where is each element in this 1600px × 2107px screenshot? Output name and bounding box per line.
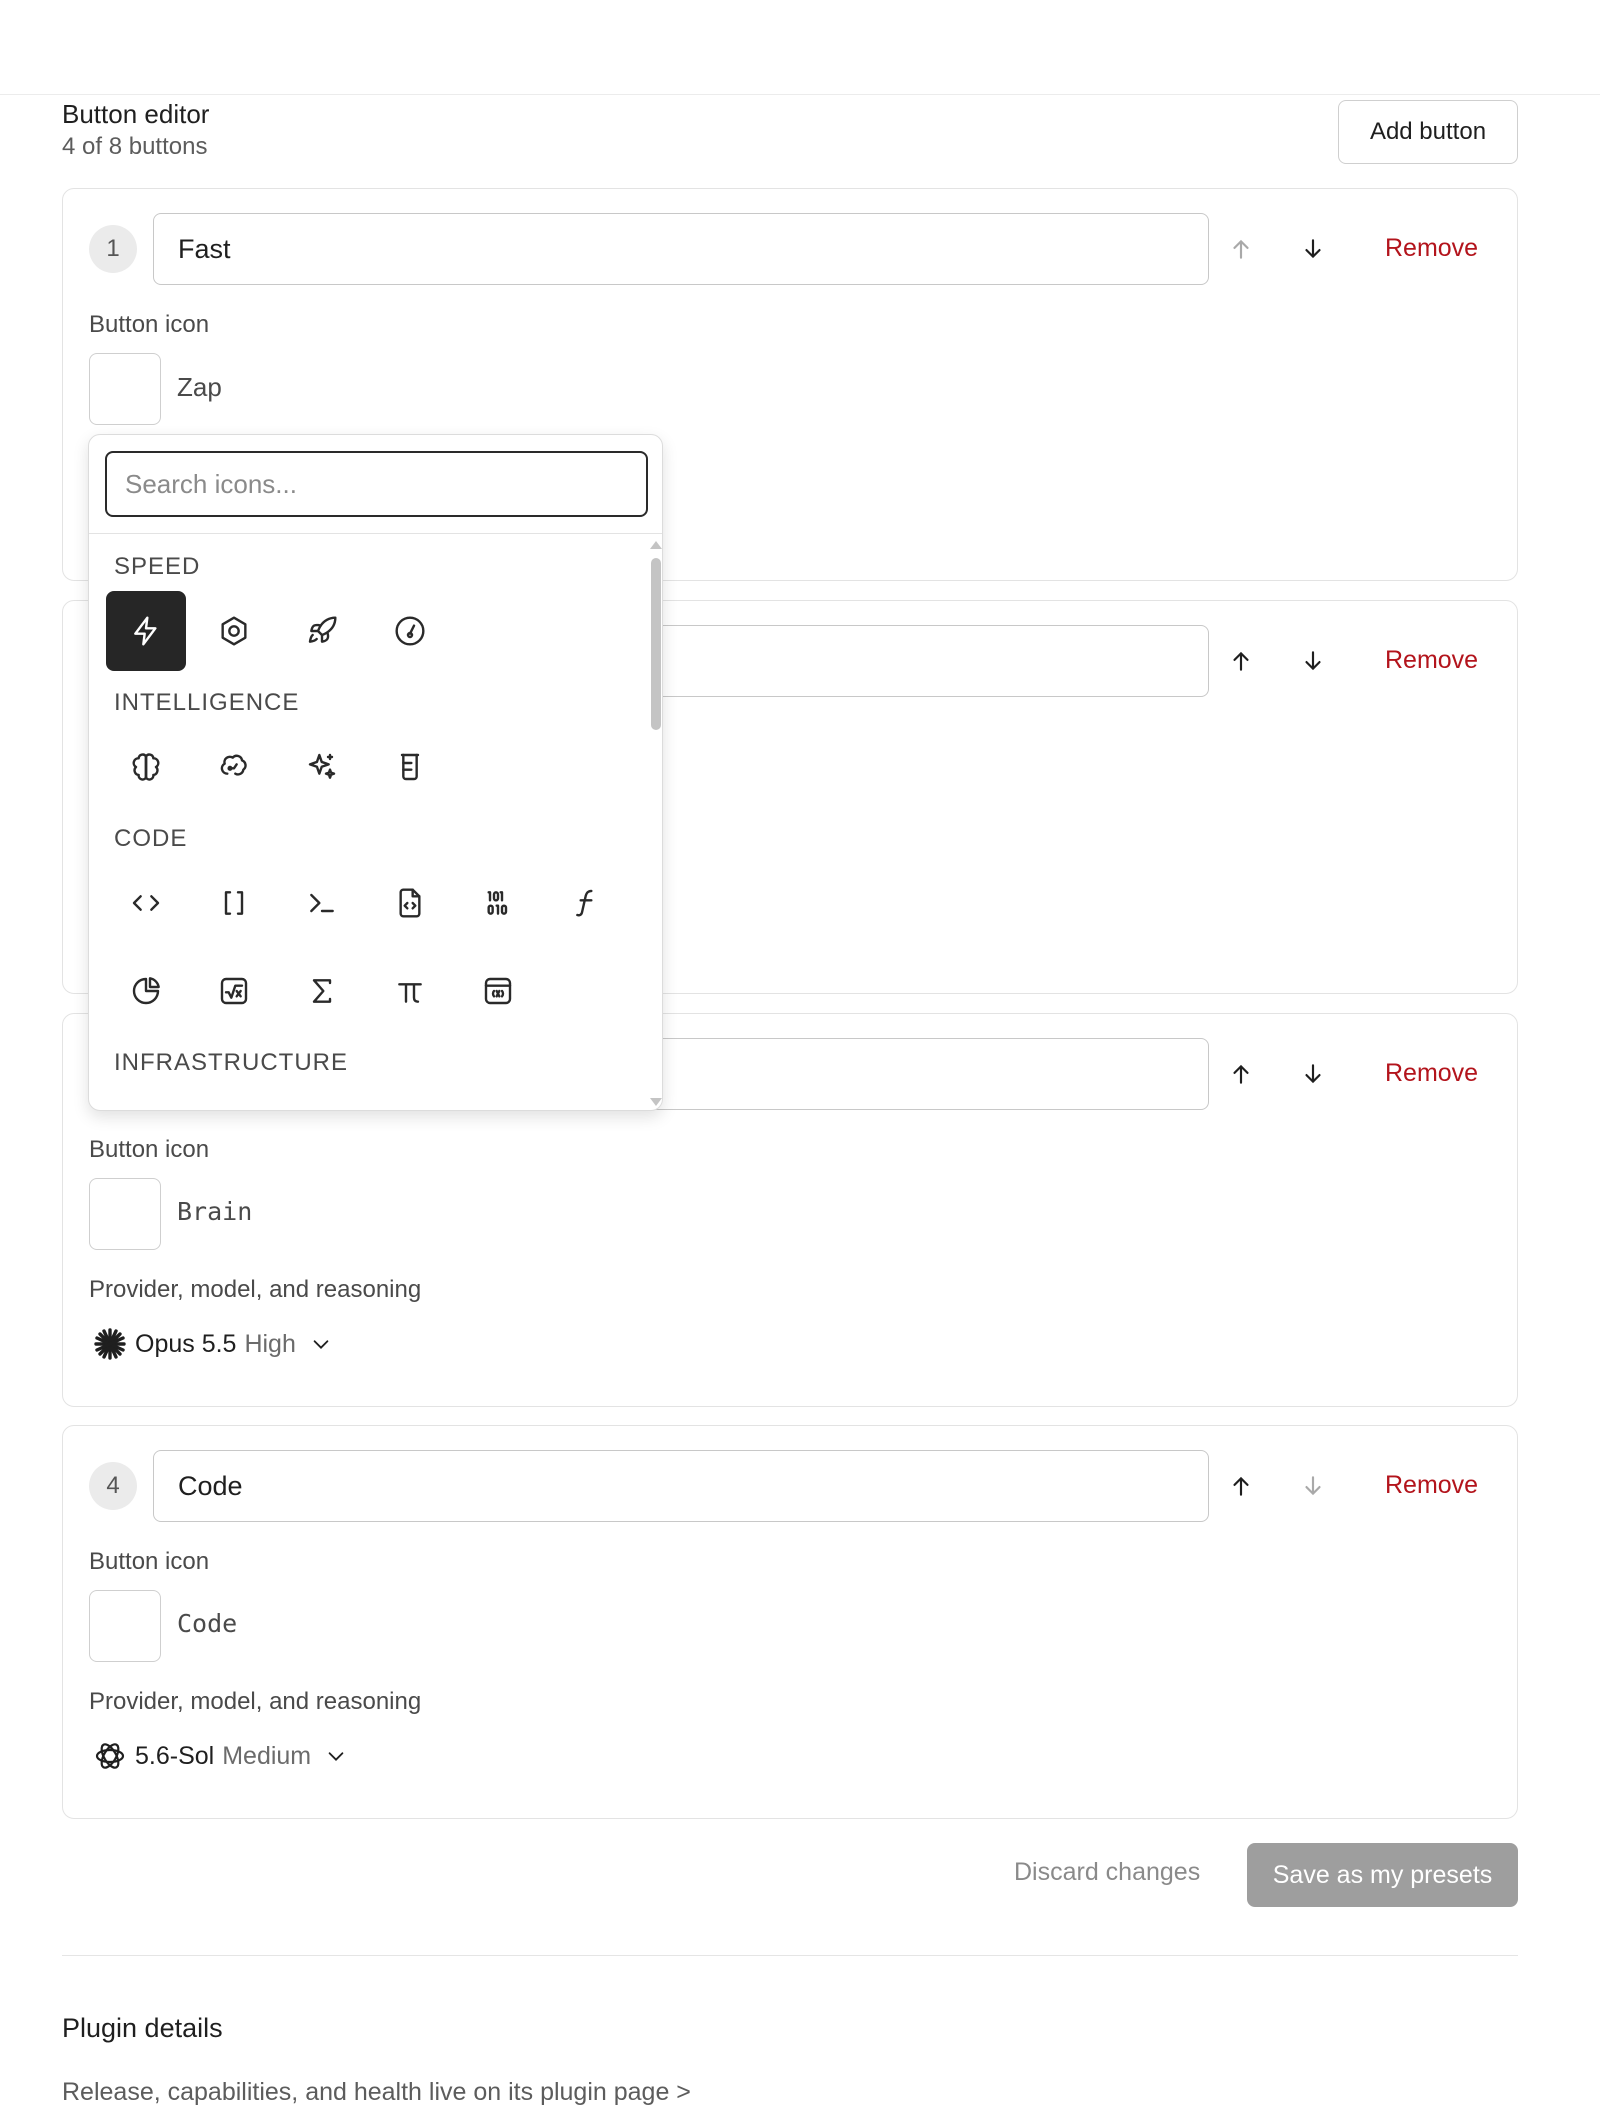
add-button-button[interactable]: Add button bbox=[1338, 100, 1518, 164]
move-up-icon[interactable] bbox=[1225, 645, 1257, 677]
plugin-details-title: Plugin details bbox=[62, 2013, 223, 2043]
square-function-icon[interactable] bbox=[458, 951, 538, 1031]
button-card-4: 4 Code Remove Button icon Code Provider,… bbox=[62, 1425, 1518, 1819]
discard-changes-button[interactable]: Discard changes bbox=[1014, 1858, 1200, 1887]
pi-icon[interactable] bbox=[370, 951, 450, 1031]
icon-name: Zap bbox=[177, 372, 222, 402]
plugin-page-link[interactable]: Release, capabilities, and health live o… bbox=[62, 2078, 691, 2107]
sigma-icon[interactable] bbox=[282, 951, 362, 1031]
icon-name: Code bbox=[177, 1609, 238, 1638]
move-down-icon[interactable] bbox=[1297, 645, 1329, 677]
move-down-icon[interactable] bbox=[1297, 233, 1329, 265]
remove-button[interactable]: Remove bbox=[1385, 234, 1478, 263]
model-name: 5.6-Sol bbox=[135, 1741, 215, 1770]
remove-button[interactable]: Remove bbox=[1385, 1059, 1478, 1088]
chevron-down-icon bbox=[313, 1340, 329, 1349]
move-up-icon[interactable] bbox=[1225, 233, 1257, 265]
section-divider bbox=[62, 1955, 1518, 1956]
icon-picker-trigger[interactable] bbox=[89, 353, 161, 425]
move-up-icon[interactable] bbox=[1225, 1470, 1257, 1502]
chevron-down-icon bbox=[328, 1752, 344, 1761]
icon-picker-trigger[interactable] bbox=[89, 1590, 161, 1662]
model-selector[interactable]: 5.6-Sol Medium bbox=[93, 1739, 347, 1773]
rocket-icon[interactable] bbox=[282, 591, 362, 671]
remove-button[interactable]: Remove bbox=[1385, 646, 1478, 675]
model-label: Provider, model, and reasoning bbox=[89, 1276, 422, 1303]
button-icon-label: Button icon bbox=[89, 311, 210, 338]
brain-icon[interactable] bbox=[106, 727, 186, 807]
icon-picker-popover: Search icons... SPEED INTELLIGENCE CODE bbox=[88, 434, 663, 1111]
remove-button[interactable]: Remove bbox=[1385, 1471, 1478, 1500]
model-name: Opus 5.5 bbox=[135, 1329, 237, 1358]
model-selector[interactable]: Opus 5.5 High bbox=[93, 1327, 332, 1361]
binary-icon[interactable] bbox=[458, 863, 538, 943]
icon-search-input[interactable]: Search icons... bbox=[105, 451, 648, 517]
brain-circuit-icon[interactable] bbox=[194, 727, 274, 807]
move-down-icon[interactable] bbox=[1297, 1470, 1329, 1502]
scroll-up-arrow[interactable] bbox=[650, 541, 662, 549]
section-intelligence: INTELLIGENCE bbox=[114, 689, 300, 716]
reasoning-level: High bbox=[244, 1329, 296, 1358]
file-code-icon[interactable] bbox=[370, 863, 450, 943]
gauge-icon[interactable] bbox=[370, 591, 450, 671]
scroll-thumb[interactable] bbox=[651, 558, 661, 730]
button-icon-label: Button icon bbox=[89, 1548, 210, 1575]
function-icon[interactable] bbox=[546, 863, 626, 943]
top-bar bbox=[0, 0, 1600, 95]
openai-knot-icon bbox=[95, 1743, 125, 1769]
reasoning-level: Medium bbox=[222, 1741, 312, 1770]
picker-scrollbar[interactable] bbox=[647, 535, 662, 1110]
anthropic-burst-icon bbox=[94, 1328, 126, 1360]
icon-name: Brain bbox=[177, 1197, 253, 1226]
sparkles-icon[interactable] bbox=[282, 727, 362, 807]
section-code: CODE bbox=[114, 825, 188, 852]
zap-icon[interactable] bbox=[106, 591, 186, 671]
hexagon-target-icon[interactable] bbox=[194, 591, 274, 671]
button-count: 4 of 8 buttons bbox=[62, 133, 208, 160]
pie-chart-icon[interactable] bbox=[106, 951, 186, 1031]
square-radical-icon[interactable] bbox=[194, 951, 274, 1031]
move-up-icon[interactable] bbox=[1225, 1058, 1257, 1090]
code-icon[interactable] bbox=[106, 863, 186, 943]
button-name-input[interactable]: Code bbox=[153, 1450, 1209, 1522]
model-label: Provider, model, and reasoning bbox=[89, 1688, 422, 1715]
move-down-icon[interactable] bbox=[1297, 1058, 1329, 1090]
brackets-icon[interactable] bbox=[194, 863, 274, 943]
button-icon-label: Button icon bbox=[89, 1136, 210, 1163]
icon-picker-trigger[interactable] bbox=[89, 1178, 161, 1250]
scroll-down-arrow[interactable] bbox=[650, 1098, 662, 1106]
button-number: 1 bbox=[89, 225, 137, 273]
button-name-input[interactable]: Fast bbox=[153, 213, 1209, 285]
section-speed: SPEED bbox=[114, 553, 201, 580]
popover-divider bbox=[89, 533, 662, 534]
save-presets-button[interactable]: Save as my presets bbox=[1247, 1843, 1518, 1907]
section-infrastructure: INFRASTRUCTURE bbox=[114, 1049, 348, 1076]
beaker-icon[interactable] bbox=[370, 727, 450, 807]
page-title: Button editor bbox=[62, 99, 210, 129]
terminal-icon[interactable] bbox=[282, 863, 362, 943]
button-number: 4 bbox=[89, 1462, 137, 1510]
